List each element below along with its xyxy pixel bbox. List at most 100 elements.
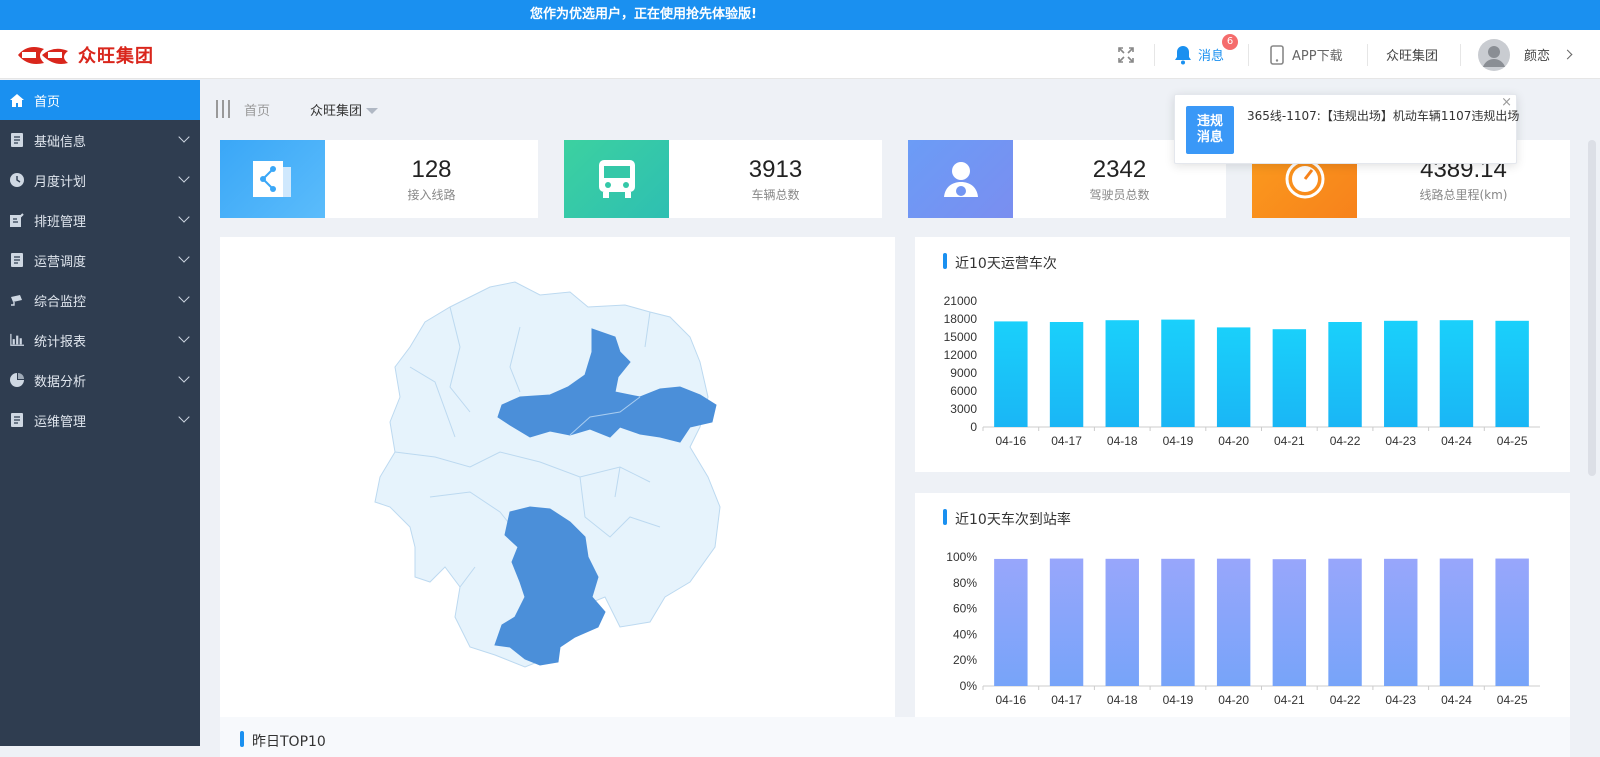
app-download-button[interactable]: APP下载 bbox=[1270, 30, 1343, 79]
bar[interactable] bbox=[1384, 320, 1418, 427]
header-divider bbox=[1248, 44, 1249, 66]
y-tick-label: 18000 bbox=[944, 312, 978, 326]
top10-card: 昨日TOP10 bbox=[220, 717, 1570, 757]
scrollbar[interactable] bbox=[1588, 140, 1596, 476]
bar[interactable] bbox=[1328, 558, 1362, 686]
driver-icon bbox=[908, 140, 1013, 218]
header-divider bbox=[1367, 44, 1368, 66]
home-icon bbox=[10, 93, 24, 107]
chevron-down-icon bbox=[178, 211, 190, 223]
x-tick-label: 04-24 bbox=[1441, 693, 1472, 707]
arrival-chart-card: 近10天车次到站率 0% 20% 40% 60% 80% 100% 04-16 04-17 04… bbox=[915, 493, 1570, 717]
sidebar-item-basic-info[interactable]: 基础信息 bbox=[0, 120, 200, 160]
logo-mark-icon bbox=[14, 41, 72, 69]
group-selector[interactable]: 众旺集团 bbox=[310, 100, 379, 119]
bar[interactable] bbox=[1105, 320, 1139, 427]
y-tick-label: 0 bbox=[970, 420, 977, 434]
group-selector-label: 众旺集团 bbox=[310, 103, 363, 119]
y-tick-label: 60% bbox=[953, 602, 977, 616]
bar[interactable] bbox=[1272, 329, 1307, 427]
messages-count-badge: 6 bbox=[1222, 34, 1238, 50]
top-header: 众旺集团 消息 6 APP下载 众旺集团 颜恋 bbox=[0, 30, 1600, 79]
y-tick-label: 3000 bbox=[950, 402, 977, 416]
bar[interactable] bbox=[1495, 558, 1529, 686]
bar[interactable] bbox=[1439, 320, 1474, 427]
sidebar-item-monitoring[interactable]: 综合监控 bbox=[0, 280, 200, 320]
logo-text: 众旺集团 bbox=[78, 46, 154, 67]
y-tick-label: 21000 bbox=[944, 294, 978, 308]
bar[interactable] bbox=[1049, 558, 1084, 686]
bar[interactable] bbox=[1216, 327, 1251, 427]
bar[interactable] bbox=[1495, 320, 1529, 427]
bar[interactable] bbox=[1161, 558, 1195, 686]
sidebar-item-dispatch[interactable]: 运营调度 bbox=[0, 240, 200, 280]
sidebar-item-label: 基础信息 bbox=[34, 134, 87, 150]
stat-value: 2342 bbox=[1092, 155, 1147, 183]
x-tick-label: 04-21 bbox=[1274, 434, 1305, 448]
edit-icon bbox=[10, 213, 24, 227]
chart-title: 近10天运营车次 bbox=[943, 253, 1057, 273]
y-tick-label: 40% bbox=[953, 627, 977, 641]
x-tick-label: 04-21 bbox=[1274, 693, 1305, 707]
sidebar-item-label: 统计报表 bbox=[34, 334, 87, 350]
header-divider bbox=[1460, 44, 1461, 66]
x-tick-label: 04-23 bbox=[1385, 434, 1416, 448]
bar[interactable] bbox=[994, 558, 1028, 686]
y-tick-label: 0% bbox=[960, 679, 978, 693]
x-tick-label: 04-19 bbox=[1163, 693, 1194, 707]
bar[interactable] bbox=[994, 321, 1028, 427]
breadcrumb: 首页 众旺集团 bbox=[216, 96, 379, 122]
chevron-down-icon bbox=[178, 251, 190, 263]
fullscreen-button[interactable] bbox=[1117, 30, 1135, 79]
logo[interactable]: 众旺集团 bbox=[14, 40, 154, 70]
sidebar-item-label: 首页 bbox=[34, 94, 61, 110]
chevron-down-icon bbox=[178, 131, 190, 143]
violation-notification[interactable]: 违规 消息 365线-1107:【违规出场】机动车辆1107违规出场 × bbox=[1174, 94, 1519, 164]
sidebar-item-analysis[interactable]: 数据分析 bbox=[0, 360, 200, 400]
menu-toggle-icon[interactable] bbox=[216, 100, 230, 118]
bar[interactable] bbox=[1328, 322, 1362, 427]
sidebar-item-scheduling[interactable]: 排班管理 bbox=[0, 200, 200, 240]
stat-label: 线路总里程(km) bbox=[1419, 187, 1508, 202]
region-map-card bbox=[220, 237, 895, 717]
x-tick-label: 04-16 bbox=[995, 693, 1026, 707]
close-icon[interactable]: × bbox=[1501, 95, 1512, 110]
stat-value: 128 bbox=[411, 155, 452, 183]
x-tick-label: 04-25 bbox=[1497, 434, 1528, 448]
doc-icon bbox=[10, 253, 24, 267]
y-tick-label: 20% bbox=[953, 653, 977, 667]
fullscreen-icon bbox=[1118, 46, 1134, 63]
messages-label: 消息 bbox=[1198, 49, 1225, 64]
bar[interactable] bbox=[1049, 322, 1084, 427]
sidebar-item-label: 月度计划 bbox=[34, 174, 87, 190]
org-switch[interactable]: 众旺集团 bbox=[1386, 30, 1438, 79]
x-tick-label: 04-24 bbox=[1441, 434, 1472, 448]
avatar-icon bbox=[1478, 38, 1510, 71]
breadcrumb-home[interactable]: 首页 bbox=[244, 100, 270, 119]
notification-tag-line: 消息 bbox=[1196, 130, 1223, 145]
chevron-right-icon bbox=[1562, 49, 1573, 60]
banner-text: 您作为优选用户，正在使用抢先体验版! bbox=[530, 7, 757, 22]
y-tick-label: 6000 bbox=[950, 384, 977, 398]
user-name: 颜恋 bbox=[1524, 49, 1551, 64]
sidebar-item-monthly-plan[interactable]: 月度计划 bbox=[0, 160, 200, 200]
sidebar-item-reports[interactable]: 统计报表 bbox=[0, 320, 200, 360]
bar[interactable] bbox=[1216, 558, 1251, 686]
x-tick-label: 04-18 bbox=[1107, 693, 1138, 707]
region-map[interactable] bbox=[220, 237, 895, 717]
sidebar-item-maintenance[interactable]: 运维管理 bbox=[0, 400, 200, 440]
chevron-down-icon bbox=[178, 331, 190, 343]
bar[interactable] bbox=[1272, 559, 1307, 686]
header-divider bbox=[1154, 44, 1155, 66]
user-menu[interactable]: 颜恋 bbox=[1478, 30, 1573, 79]
messages-button[interactable]: 消息 bbox=[1174, 30, 1224, 79]
bar[interactable] bbox=[1105, 558, 1139, 686]
bar[interactable] bbox=[1439, 558, 1474, 686]
doc-icon bbox=[10, 413, 24, 427]
sidebar: 首页 基础信息 月度计划 排班管理 运营调度 综合监控 统计报表 数据分析 运维… bbox=[0, 80, 200, 746]
bar[interactable] bbox=[1384, 558, 1418, 686]
bar-chart-icon bbox=[10, 333, 24, 347]
sidebar-item-home[interactable]: 首页 bbox=[0, 80, 200, 120]
y-tick-label: 9000 bbox=[950, 366, 977, 380]
bar[interactable] bbox=[1161, 319, 1195, 427]
